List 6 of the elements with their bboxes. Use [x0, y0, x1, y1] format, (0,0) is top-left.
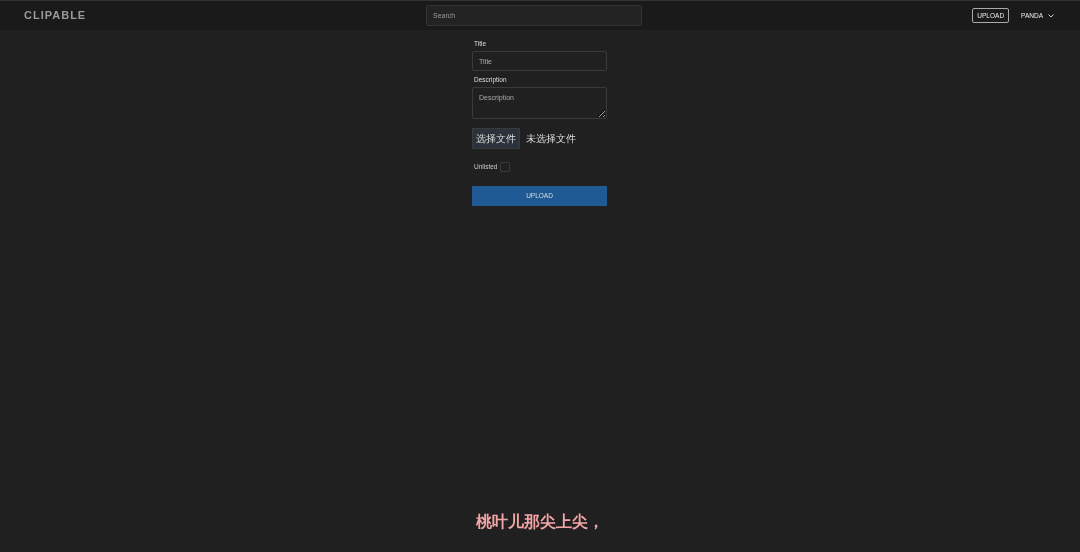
logo[interactable]: CLIPABLE [24, 7, 426, 24]
chevron-down-icon [1048, 13, 1054, 18]
video-subtitle: 桃叶儿那尖上尖， [476, 512, 604, 532]
file-status: 未选择文件 [526, 132, 576, 146]
choose-file-button[interactable]: 选择文件 [472, 128, 520, 149]
unlisted-checkbox[interactable] [500, 162, 511, 172]
